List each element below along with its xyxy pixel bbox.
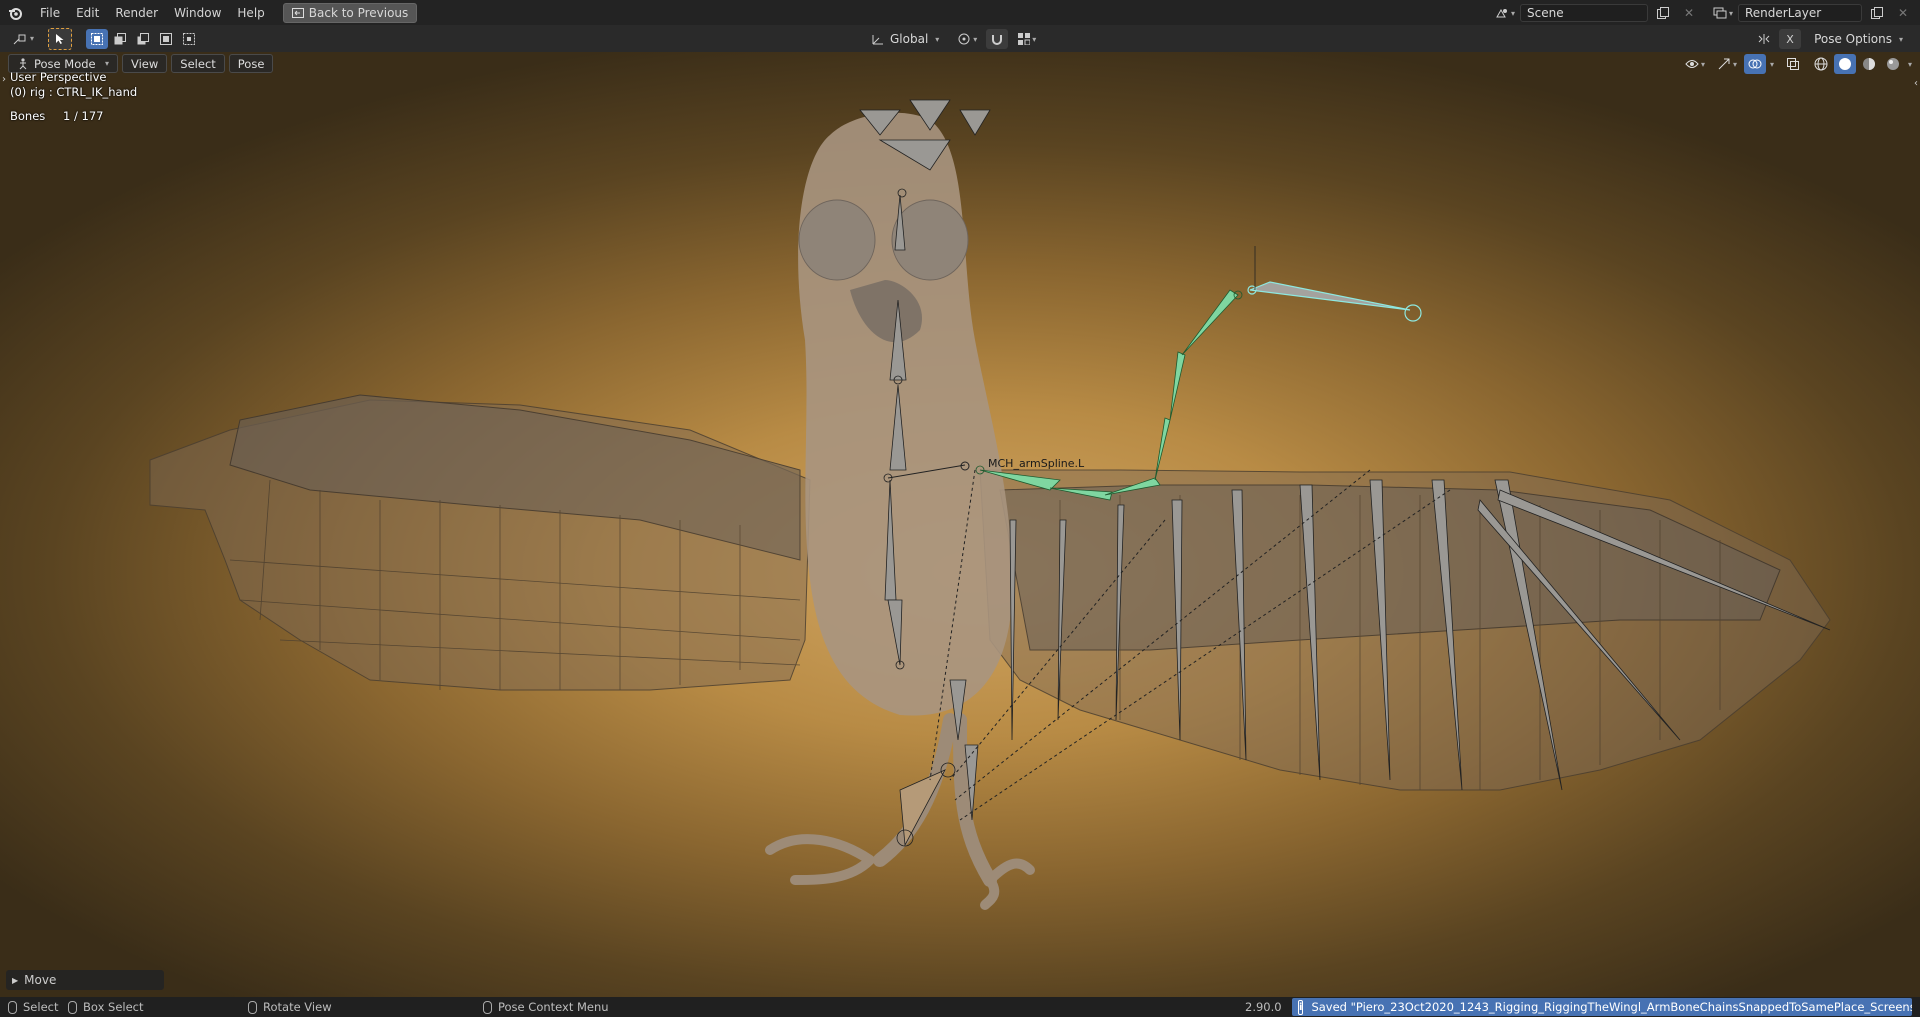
bones-stats-label: Bones xyxy=(10,109,46,123)
select-mode-invert-icon[interactable] xyxy=(155,29,177,49)
panel-expand-icon: ▶ xyxy=(12,975,19,985)
view-layer-field[interactable]: RenderLayer xyxy=(1738,4,1862,22)
delete-scene-icon[interactable]: ✕ xyxy=(1678,3,1700,23)
status-rotate-view-label: Rotate View xyxy=(263,1000,332,1014)
menu-help[interactable]: Help xyxy=(229,3,272,23)
status-context-menu-label: Pose Context Menu xyxy=(498,1000,609,1014)
status-context-menu: Pose Context Menu xyxy=(483,1000,609,1014)
object-visibility-icon[interactable]: ▾ xyxy=(1680,54,1710,74)
viewport-menu-select[interactable]: Select xyxy=(171,54,225,73)
status-select-label: Select xyxy=(23,1000,59,1014)
back-to-previous-button[interactable]: Back to Previous xyxy=(282,2,418,23)
editor-type-icon[interactable]: ▾ xyxy=(8,29,38,49)
status-rotate-view: Rotate View xyxy=(248,1000,483,1014)
tweak-tool-icon[interactable] xyxy=(48,27,72,50)
overlays-toggle-icon[interactable] xyxy=(1743,54,1766,74)
select-mode-extend-icon[interactable] xyxy=(109,29,131,49)
last-operator-panel[interactable]: ▶ Move xyxy=(6,970,164,990)
menu-edit[interactable]: Edit xyxy=(68,3,107,23)
gizmo-toggle-icon[interactable]: ▾ xyxy=(1712,54,1742,74)
mouse-middle-icon xyxy=(248,1000,257,1014)
bone-name-label: MCH_armSpline.L xyxy=(988,457,1085,470)
shading-rendered-icon[interactable] xyxy=(1882,54,1904,74)
view-layer-selector-icon[interactable]: ▾ xyxy=(1712,3,1734,23)
back-screen-icon xyxy=(291,7,304,18)
mouse-drag-icon xyxy=(68,1000,77,1014)
info-icon: i xyxy=(1298,999,1304,1015)
status-select: Select xyxy=(8,1000,68,1014)
pivot-point-icon[interactable]: ▾ xyxy=(952,29,982,49)
pose-options-dropdown[interactable]: Pose Options ▾ xyxy=(1805,29,1912,49)
shading-wireframe-icon[interactable] xyxy=(1810,54,1832,74)
active-ik-hand-bone xyxy=(1247,246,1422,322)
last-operator-label: Move xyxy=(24,973,57,987)
menu-file[interactable]: File xyxy=(32,3,68,23)
blender-logo-icon[interactable] xyxy=(6,4,24,22)
report-message-text: Saved "Piero_23Oct2020_1243_Rigging_Rigg… xyxy=(1311,1000,1912,1014)
scene-name-field[interactable]: Scene xyxy=(1520,4,1648,22)
shading-dropdown-icon[interactable]: ▾ xyxy=(1908,60,1912,69)
blender-version: 2.90.0 xyxy=(1245,1000,1282,1014)
back-to-previous-label: Back to Previous xyxy=(308,5,409,20)
active-object-label: (0) rig : CTRL_IK_hand xyxy=(10,85,138,99)
viewport-menu-pose[interactable]: Pose xyxy=(228,54,274,73)
view-perspective-label: User Perspective xyxy=(10,70,107,84)
sidebar-toggle-icon[interactable]: ‹ xyxy=(1914,78,1918,89)
viewport-display-controls: ▾ ▾ ▾ ▾ xyxy=(1680,54,1912,74)
pose-options-label: Pose Options xyxy=(1814,32,1892,46)
select-mode-new-icon[interactable] xyxy=(86,28,108,49)
xray-toggle-icon[interactable] xyxy=(1782,54,1804,74)
status-box-select-label: Box Select xyxy=(83,1000,144,1014)
scene-selector-icon[interactable]: ▾ xyxy=(1494,3,1516,23)
interaction-mode-value: Pose Mode xyxy=(34,56,96,71)
top-bar: File Edit Render Window Help Back to Pre… xyxy=(0,0,1920,25)
new-scene-icon[interactable] xyxy=(1652,3,1674,23)
pose-mirror-icon[interactable] xyxy=(1753,29,1775,49)
scene-name-value: Scene xyxy=(1527,6,1564,20)
viewport-menu-view[interactable]: View xyxy=(122,54,168,73)
delete-view-layer-icon[interactable]: ✕ xyxy=(1892,3,1914,23)
view-layer-value: RenderLayer xyxy=(1745,6,1822,20)
select-mode-intersect-icon[interactable] xyxy=(178,29,200,49)
menu-render[interactable]: Render xyxy=(107,3,166,23)
bones-stats-value: 1 / 177 xyxy=(63,109,104,123)
snap-target-icon[interactable]: ▾ xyxy=(1012,29,1042,49)
transform-orientation-dropdown[interactable]: Global ▾ xyxy=(862,29,949,49)
overlays-dropdown-icon[interactable]: ▾ xyxy=(1770,60,1774,69)
tool-header: ▾ Global ▾ ▾ ▾ X Pose Options ▾ xyxy=(0,25,1920,52)
pose-mode-icon xyxy=(19,57,27,69)
3d-viewport[interactable]: Pose Mode ▾ View Select Pose ▾ ▾ ▾ ▾ ‹ ›… xyxy=(0,52,1920,997)
mouse-right-icon xyxy=(483,1000,492,1014)
menu-window[interactable]: Window xyxy=(166,3,229,23)
left-wing-mesh xyxy=(149,394,811,691)
mouse-left-icon xyxy=(8,1000,17,1014)
right-wing-mesh xyxy=(979,469,1831,791)
report-message[interactable]: i Saved "Piero_23Oct2020_1243_Rigging_Ri… xyxy=(1292,998,1912,1016)
new-view-layer-icon[interactable] xyxy=(1866,3,1888,23)
select-mode-subtract-icon[interactable] xyxy=(132,29,154,49)
shading-material-icon[interactable] xyxy=(1858,54,1880,74)
orientation-axes-icon xyxy=(872,35,883,45)
status-bar: Select Box Select Rotate View Pose Conte… xyxy=(0,997,1920,1017)
owl-rig-scene[interactable] xyxy=(0,52,1920,997)
x-mirror-toggle[interactable]: X xyxy=(1779,29,1802,49)
snap-toggle-icon[interactable] xyxy=(986,29,1009,49)
transform-orientation-value: Global xyxy=(890,32,929,46)
shading-solid-icon[interactable] xyxy=(1833,54,1856,74)
status-box-select: Box Select xyxy=(68,1000,248,1014)
toolbar-toggle-icon[interactable]: › xyxy=(2,74,6,85)
